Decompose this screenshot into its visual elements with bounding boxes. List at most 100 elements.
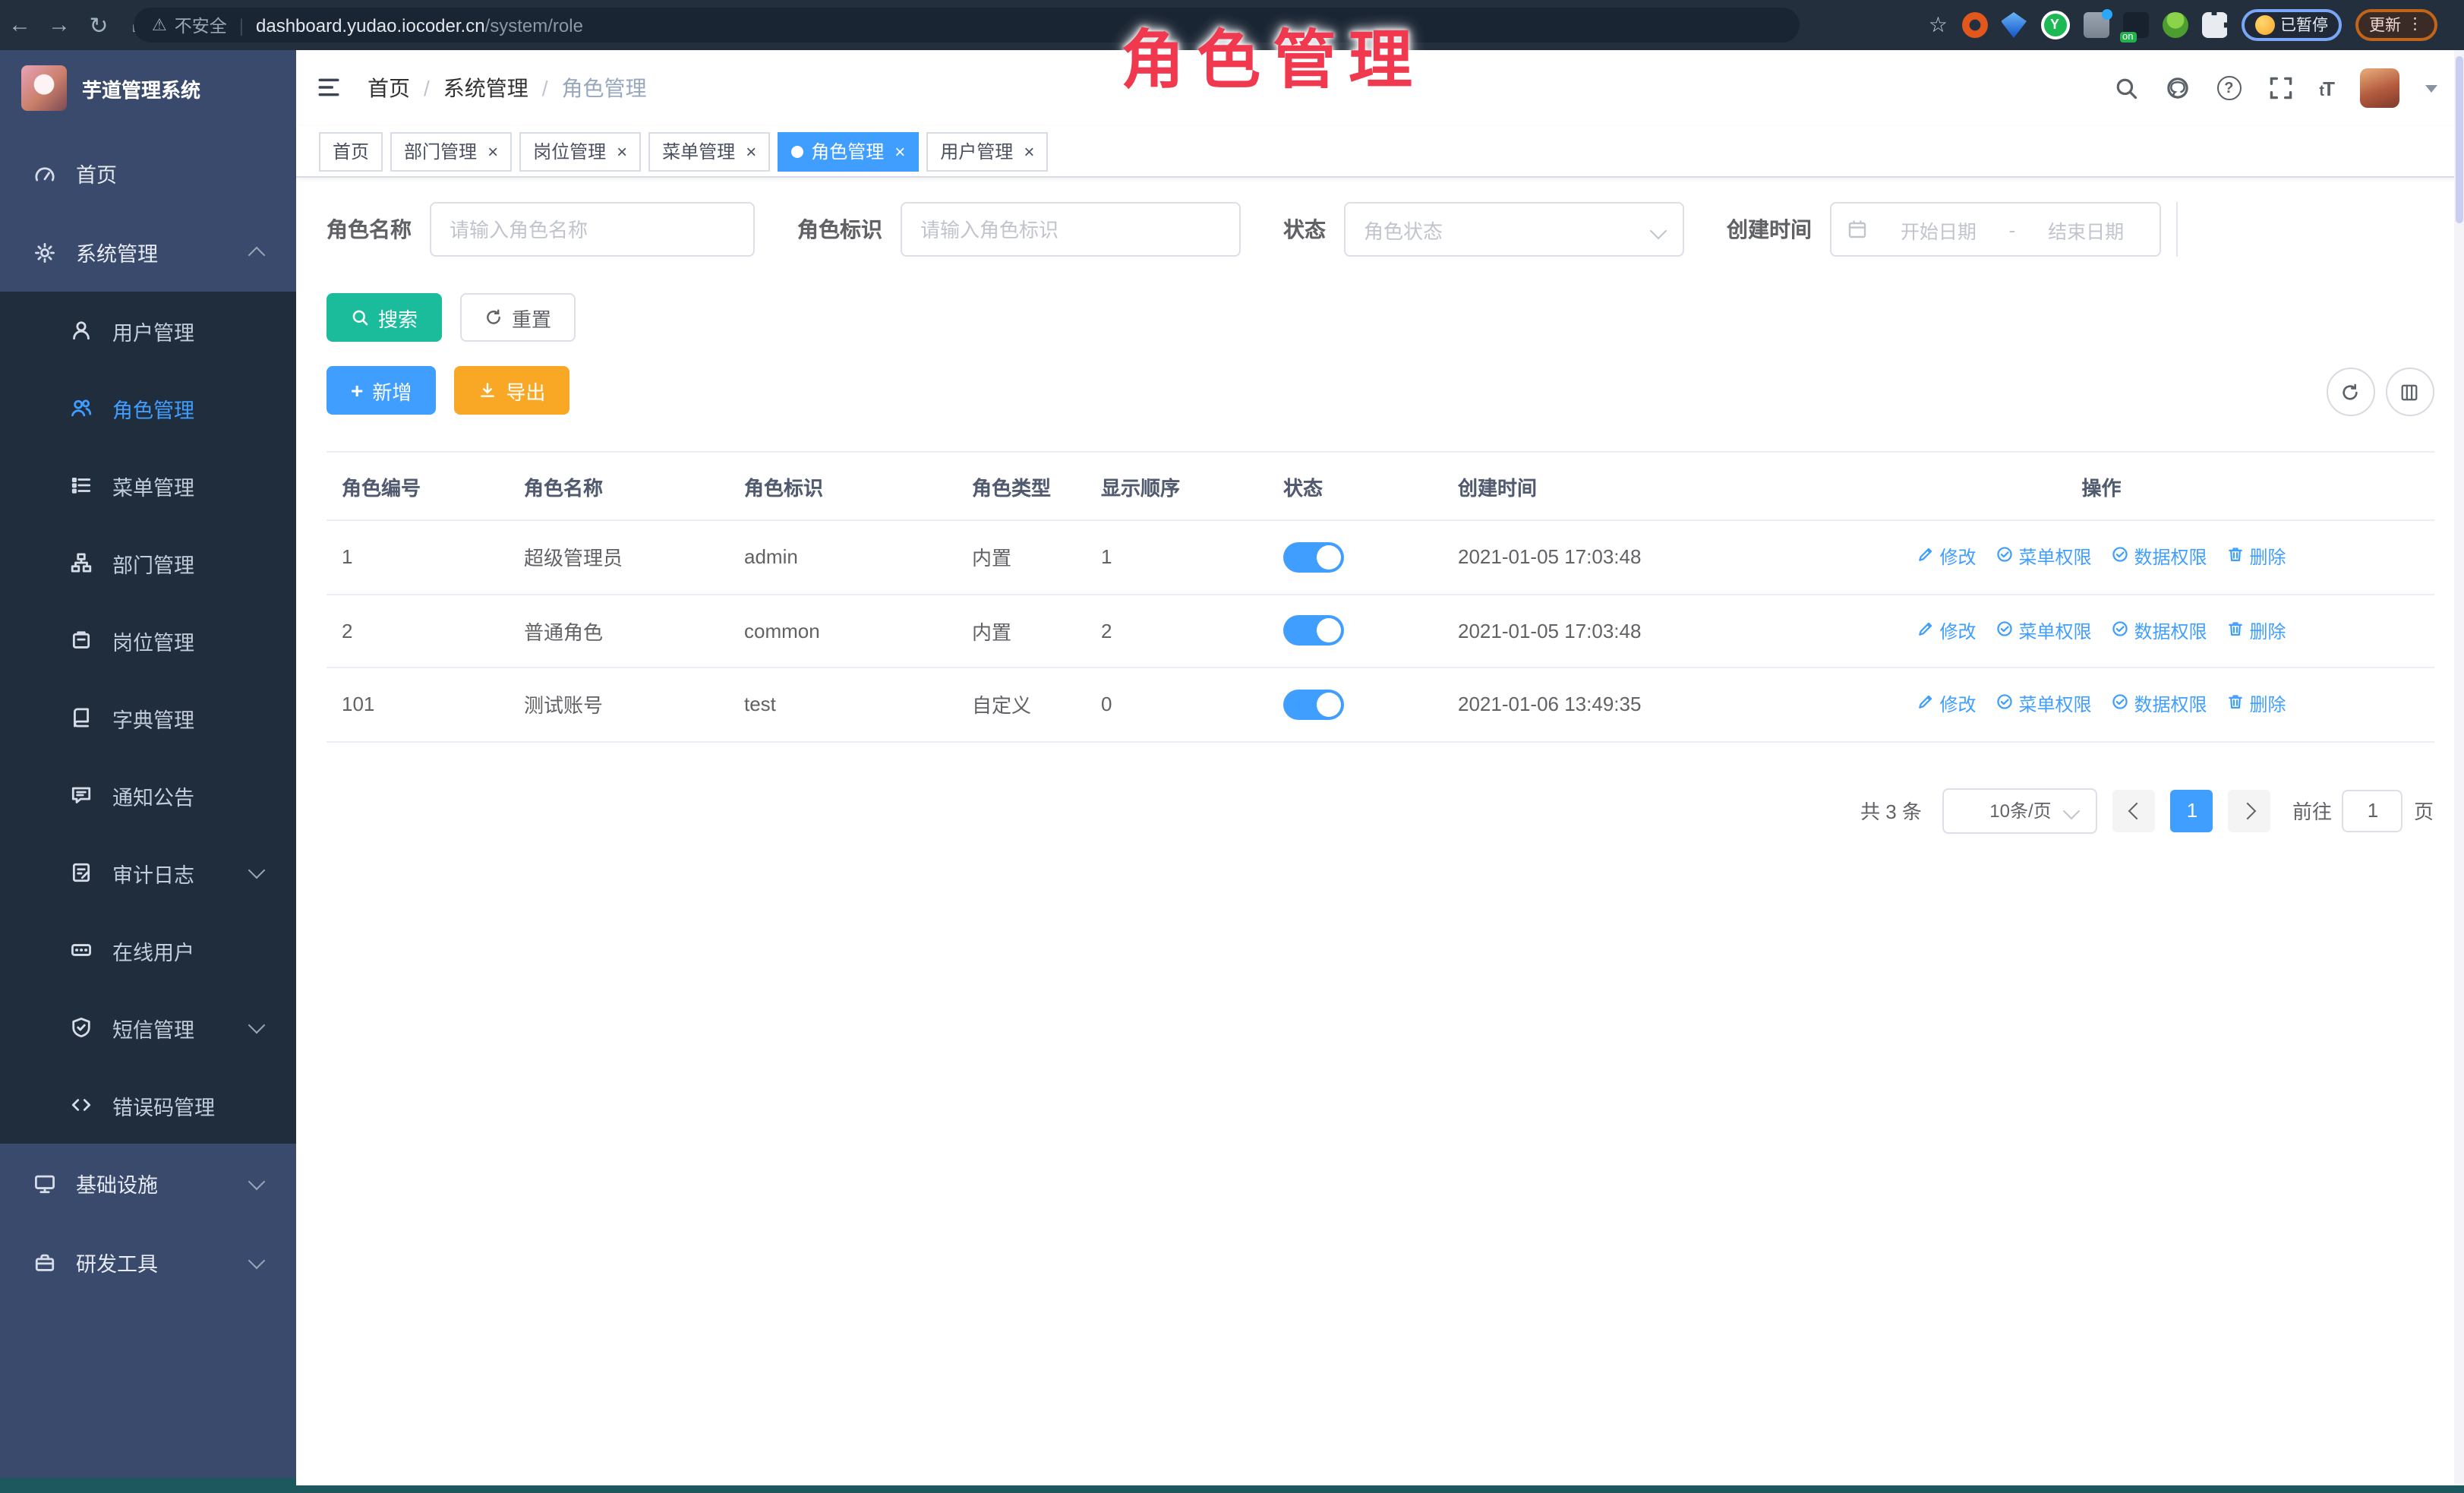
column-settings-icon[interactable] <box>2385 368 2434 416</box>
sidebar-item-infrastructure[interactable]: 基础设施 <box>0 1144 296 1223</box>
window-scrollbar[interactable] <box>2453 50 2464 1485</box>
status-toggle[interactable] <box>1283 542 1344 573</box>
app-logo-row[interactable]: 芋道管理系统 <box>0 50 296 126</box>
trash-icon <box>2227 693 2245 716</box>
sidebar-item-home[interactable]: 首页 <box>0 134 296 213</box>
sidebar-item-online-users[interactable]: 在线用户 <box>0 911 296 989</box>
date-range-picker[interactable]: 开始日期 - 结束日期 <box>1830 202 2161 257</box>
page-number-active[interactable]: 1 <box>2171 789 2213 832</box>
data-permission-link[interactable]: 数据权限 <box>2112 692 2207 718</box>
close-icon[interactable]: × <box>1024 142 1034 160</box>
sidebar-item-post-management[interactable]: 岗位管理 <box>0 601 296 679</box>
add-button[interactable]: + 新增 <box>327 366 436 415</box>
start-date-placeholder: 开始日期 <box>1880 215 1997 244</box>
hamburger-icon[interactable] <box>316 76 343 100</box>
status-toggle[interactable] <box>1283 616 1344 646</box>
sidebar-item-menu-management[interactable]: 菜单管理 <box>0 447 296 524</box>
delete-link[interactable]: 删除 <box>2227 692 2286 718</box>
reload-icon[interactable]: ↻ <box>79 11 118 39</box>
extension-icon-gem[interactable] <box>2001 12 2027 38</box>
tab-user[interactable]: 用户管理× <box>926 131 1048 171</box>
github-icon[interactable] <box>2164 75 2190 101</box>
scrollbar-thumb[interactable] <box>2455 56 2462 223</box>
pagination: 共 3 条 10条/页 1 前往 页 <box>327 788 2434 833</box>
address-bar[interactable]: ⚠ 不安全 | dashboard.yudao.iocoder.cn /syst… <box>134 8 1800 43</box>
status-toggle[interactable] <box>1283 690 1344 720</box>
extension-icon-figure[interactable] <box>2162 12 2188 38</box>
url-path: /system/role <box>485 14 583 36</box>
circle-check-icon <box>2112 693 2130 716</box>
extension-icon-on-badge[interactable] <box>2122 12 2148 38</box>
sidebar-item-system-management[interactable]: 系统管理 <box>0 213 296 292</box>
role-name-input[interactable] <box>430 202 755 257</box>
sidebar-item-user-management[interactable]: 用户管理 <box>0 292 296 369</box>
logo-image <box>21 65 67 111</box>
sidebar-item-dept-management[interactable]: 部门管理 <box>0 524 296 601</box>
edit-link[interactable]: 修改 <box>1917 544 1976 570</box>
code-icon <box>70 1094 93 1116</box>
close-icon[interactable]: × <box>746 142 756 160</box>
browser-menu-kebab-icon[interactable]: ⋮ <box>2407 17 2423 33</box>
online-icon <box>70 939 93 961</box>
table-row: 2普通角色common内置22021-01-05 17:03:48修改菜单权限数… <box>327 595 2434 668</box>
back-icon[interactable]: ← <box>0 12 39 38</box>
delete-link[interactable]: 删除 <box>2227 544 2286 570</box>
search-icon[interactable] <box>2112 75 2138 101</box>
profile-emoji-icon <box>2254 15 2274 35</box>
tab-menu[interactable]: 菜单管理× <box>648 131 770 171</box>
bookmark-star-icon[interactable]: ☆ <box>1929 12 1948 38</box>
extension-icon-green[interactable]: Y <box>2040 11 2069 39</box>
user-icon <box>70 319 93 342</box>
data-permission-link[interactable]: 数据权限 <box>2112 544 2207 570</box>
extension-icon-grid[interactable] <box>2083 12 2109 38</box>
menu-permission-link[interactable]: 菜单权限 <box>1995 618 2091 644</box>
chrome-update-button[interactable]: 更新 ⋮ <box>2355 9 2437 41</box>
status-select[interactable]: 角色状态 <box>1344 202 1684 257</box>
close-icon[interactable]: × <box>487 142 498 160</box>
data-permission-link[interactable]: 数据权限 <box>2112 618 2207 644</box>
refresh-icon[interactable] <box>2326 368 2374 416</box>
edit-link[interactable]: 修改 <box>1917 618 1976 644</box>
close-icon[interactable]: × <box>894 142 905 160</box>
search-button[interactable]: 搜索 <box>327 293 442 342</box>
fullscreen-icon[interactable] <box>2267 75 2293 101</box>
breadcrumb-system[interactable]: 系统管理 <box>443 73 528 103</box>
prev-page-button[interactable] <box>2113 789 2156 832</box>
menu-permission-link[interactable]: 菜单权限 <box>1995 544 2091 570</box>
created-time-cell: 2021-01-06 13:49:35 <box>1443 693 1769 716</box>
table-cell: 内置 <box>957 543 1086 572</box>
breadcrumb-home[interactable]: 首页 <box>368 73 410 103</box>
edit-link[interactable]: 修改 <box>1917 692 1976 718</box>
reset-button[interactable]: 重置 <box>460 293 576 342</box>
next-page-button[interactable] <box>2229 789 2271 832</box>
goto-page-input[interactable] <box>2343 789 2403 832</box>
font-size-icon[interactable]: tT <box>2319 77 2333 99</box>
extension-icon-orange[interactable] <box>1961 12 1987 38</box>
export-button[interactable]: 导出 <box>454 366 569 415</box>
sidebar-item-role-management[interactable]: 角色管理 <box>0 369 296 447</box>
page-size-select[interactable]: 10条/页 <box>1943 788 2098 833</box>
filter-role-key: 角色标识 <box>797 202 1241 257</box>
dashboard-icon <box>33 162 56 185</box>
menu-permission-link[interactable]: 菜单权限 <box>1995 692 2091 718</box>
extensions-puzzle-icon[interactable] <box>2201 12 2227 38</box>
help-icon[interactable]: ? <box>2216 75 2242 101</box>
close-icon[interactable]: × <box>617 142 627 160</box>
sidebar-item-sms-management[interactable]: 短信管理 <box>0 989 296 1066</box>
filter-form: 角色名称 角色标识 状态 角色状态 创建时间 <box>327 202 2434 257</box>
avatar[interactable] <box>2359 68 2399 108</box>
sidebar-item-audit-log[interactable]: 审计日志 <box>0 834 296 911</box>
tab-role[interactable]: 角色管理× <box>778 131 919 171</box>
avatar-caret-icon[interactable] <box>2425 84 2437 92</box>
role-key-input[interactable] <box>901 202 1241 257</box>
sidebar-item-notice-announcement[interactable]: 通知公告 <box>0 756 296 834</box>
tab-dept[interactable]: 部门管理× <box>390 131 512 171</box>
profile-paused-badge[interactable]: 已暂停 <box>2241 9 2342 41</box>
tab-post[interactable]: 岗位管理× <box>519 131 641 171</box>
sidebar-item-dict-management[interactable]: 字典管理 <box>0 679 296 756</box>
forward-icon[interactable]: → <box>39 12 79 38</box>
sidebar-item-rd-tools[interactable]: 研发工具 <box>0 1223 296 1302</box>
tab-home[interactable]: 首页 <box>319 131 383 171</box>
sidebar-item-error-code-management[interactable]: 错误码管理 <box>0 1066 296 1144</box>
delete-link[interactable]: 删除 <box>2227 618 2286 644</box>
